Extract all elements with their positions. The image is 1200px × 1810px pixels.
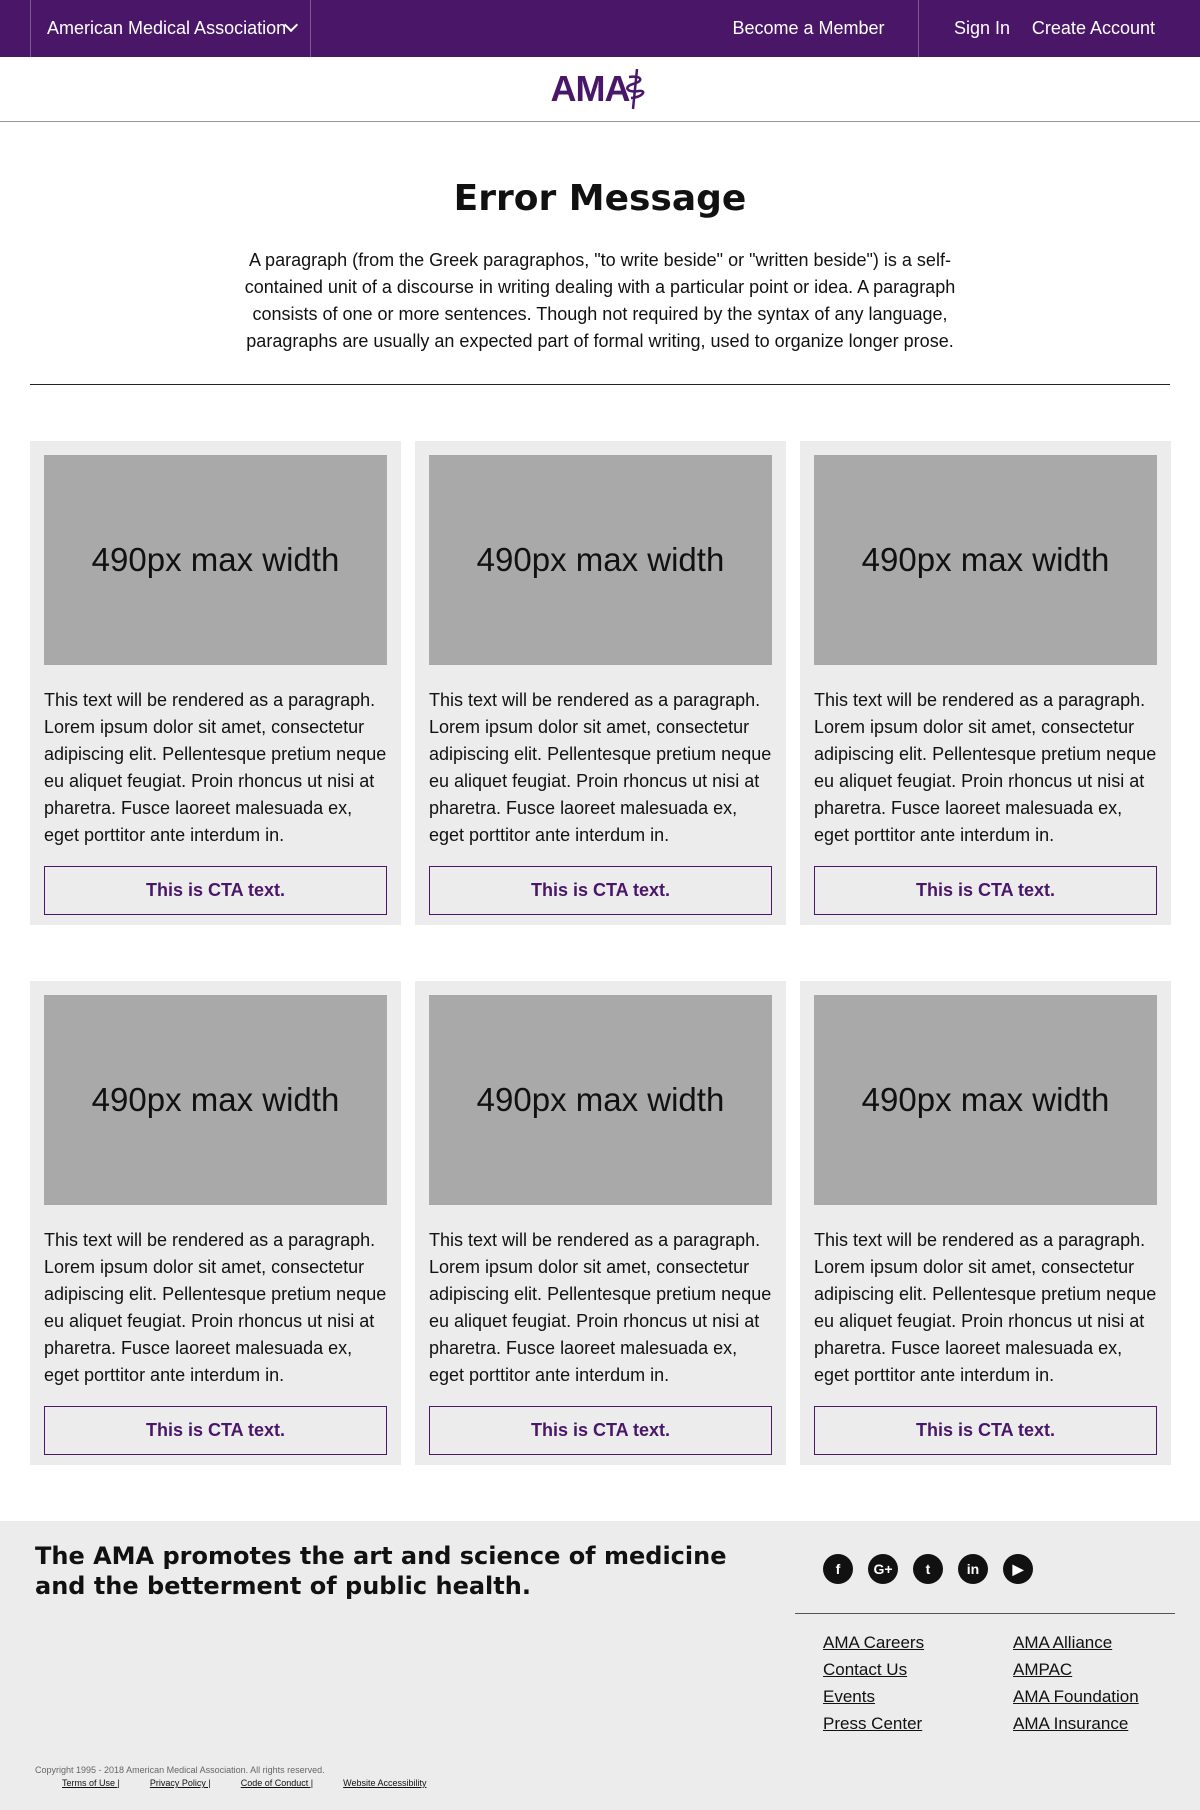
ama-logo[interactable]: AMA bbox=[551, 67, 650, 111]
footer-link-insurance[interactable]: AMA Insurance bbox=[1013, 1710, 1139, 1737]
image-placeholder: 490px max width bbox=[429, 455, 772, 665]
card-text: This text will be rendered as a paragrap… bbox=[429, 690, 772, 845]
cta-button[interactable]: This is CTA text. bbox=[814, 1406, 1157, 1455]
hero-section: Error Message A paragraph (from the Gree… bbox=[0, 122, 1200, 355]
content-card: 490px max width This text will be render… bbox=[415, 441, 786, 925]
org-selector[interactable]: American Medical Association bbox=[30, 0, 311, 57]
content-card: 490px max width This text will be render… bbox=[30, 981, 401, 1465]
footer-link-foundation[interactable]: AMA Foundation bbox=[1013, 1683, 1139, 1710]
card-text: This text will be rendered as a paragrap… bbox=[429, 1230, 772, 1385]
cta-button[interactable]: This is CTA text. bbox=[429, 1406, 772, 1455]
legal-links: Terms of Use | Privacy Policy | Code of … bbox=[62, 1778, 456, 1788]
footer-link-careers[interactable]: AMA Careers bbox=[823, 1629, 924, 1656]
cta-button[interactable]: This is CTA text. bbox=[814, 866, 1157, 915]
copyright-text: Copyright 1995 - 2018 American Medical A… bbox=[35, 1765, 325, 1775]
accessibility-link[interactable]: Website Accessibility bbox=[343, 1778, 426, 1788]
footer-link-contact[interactable]: Contact Us bbox=[823, 1656, 924, 1683]
footer-link-ampac[interactable]: AMPAC bbox=[1013, 1656, 1139, 1683]
image-placeholder: 490px max width bbox=[44, 995, 387, 1205]
org-selector-label: American Medical Association bbox=[47, 18, 287, 38]
card-text: This text will be rendered as a paragrap… bbox=[44, 690, 387, 845]
site-footer: The AMA promotes the art and science of … bbox=[0, 1521, 1200, 1810]
staff-of-asclepius-icon bbox=[626, 68, 645, 110]
footer-link-alliance[interactable]: AMA Alliance bbox=[1013, 1629, 1139, 1656]
top-nav: American Medical Association Become a Me… bbox=[0, 0, 1200, 57]
create-account-link[interactable]: Create Account bbox=[1032, 0, 1155, 57]
footer-link-events[interactable]: Events bbox=[823, 1683, 924, 1710]
twitter-icon[interactable]: t bbox=[913, 1554, 943, 1584]
footer-tagline: The AMA promotes the art and science of … bbox=[35, 1542, 727, 1600]
privacy-link[interactable]: Privacy Policy | bbox=[150, 1778, 211, 1788]
page-title: Error Message bbox=[453, 178, 747, 219]
cta-button[interactable]: This is CTA text. bbox=[44, 1406, 387, 1455]
terms-link[interactable]: Terms of Use | bbox=[62, 1778, 120, 1788]
footer-links-col1: AMA Careers Contact Us Events Press Cent… bbox=[823, 1629, 924, 1737]
logo-bar: AMA bbox=[0, 57, 1200, 122]
footer-link-press[interactable]: Press Center bbox=[823, 1710, 924, 1737]
hero-paragraph: A paragraph (from the Greek paragraphos,… bbox=[244, 250, 956, 351]
conduct-link[interactable]: Code of Conduct | bbox=[241, 1778, 313, 1788]
card-text: This text will be rendered as a paragrap… bbox=[44, 1230, 387, 1385]
sign-in-link[interactable]: Sign In bbox=[954, 0, 1010, 57]
social-links: f G+ t in ▶ bbox=[823, 1554, 1033, 1584]
card-text: This text will be rendered as a paragrap… bbox=[814, 690, 1157, 845]
content-card: 490px max width This text will be render… bbox=[800, 441, 1171, 925]
cta-button[interactable]: This is CTA text. bbox=[429, 866, 772, 915]
image-placeholder: 490px max width bbox=[814, 455, 1157, 665]
linkedin-icon[interactable]: in bbox=[958, 1554, 988, 1584]
footer-links-col2: AMA Alliance AMPAC AMA Foundation AMA In… bbox=[1013, 1629, 1139, 1737]
footer-divider bbox=[795, 1613, 1175, 1614]
content-card: 490px max width This text will be render… bbox=[800, 981, 1171, 1465]
image-placeholder: 490px max width bbox=[44, 455, 387, 665]
become-member-link[interactable]: Become a Member bbox=[699, 0, 919, 57]
youtube-icon[interactable]: ▶ bbox=[1003, 1554, 1033, 1584]
card-text: This text will be rendered as a paragrap… bbox=[814, 1230, 1157, 1385]
content-card: 490px max width This text will be render… bbox=[415, 981, 786, 1465]
google-plus-icon[interactable]: G+ bbox=[868, 1554, 898, 1584]
card-grid: 490px max width This text will be render… bbox=[0, 385, 1200, 1465]
content-card: 490px max width This text will be render… bbox=[30, 441, 401, 925]
image-placeholder: 490px max width bbox=[814, 995, 1157, 1205]
image-placeholder: 490px max width bbox=[429, 995, 772, 1205]
facebook-icon[interactable]: f bbox=[823, 1554, 853, 1584]
cta-button[interactable]: This is CTA text. bbox=[44, 866, 387, 915]
